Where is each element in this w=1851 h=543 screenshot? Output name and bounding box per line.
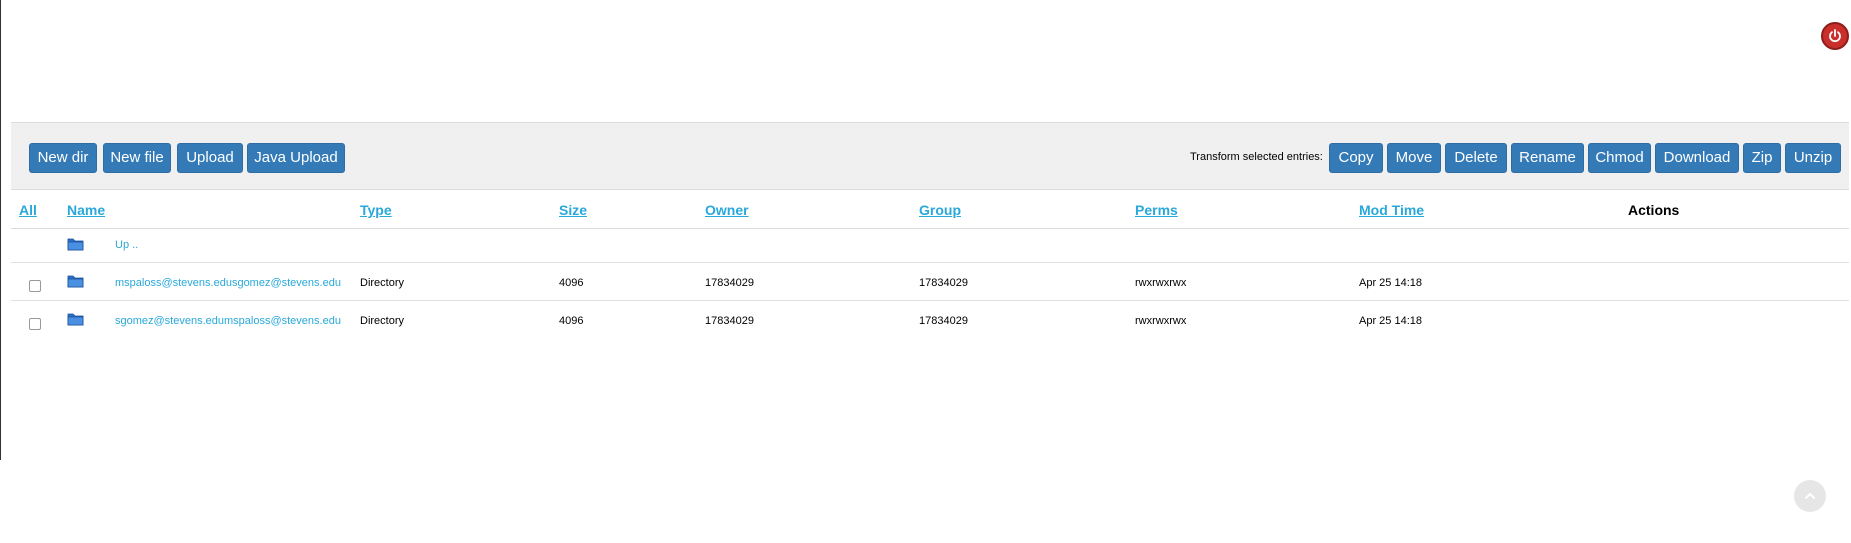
header-all[interactable]: All xyxy=(19,202,37,218)
header-mod-time[interactable]: Mod Time xyxy=(1359,202,1424,218)
row-type: Directory xyxy=(360,315,405,327)
table-header: All Name Type Size Owner Group Perms Mod… xyxy=(11,190,1849,229)
row-checkbox[interactable] xyxy=(29,318,41,330)
power-icon xyxy=(1829,29,1841,43)
file-manager-page: New dir New file Upload Java Upload Tran… xyxy=(0,0,1851,543)
header-actions: Actions xyxy=(1628,202,1680,218)
copy-button[interactable]: Copy xyxy=(1329,143,1383,173)
folder-icon xyxy=(67,313,84,326)
download-button[interactable]: Download xyxy=(1655,143,1739,173)
header-group[interactable]: Group xyxy=(919,202,961,218)
new-dir-button[interactable]: New dir xyxy=(29,143,97,173)
java-upload-button[interactable]: Java Upload xyxy=(247,143,345,173)
up-link[interactable]: Up .. xyxy=(115,239,138,251)
row-perms: rwxrwxrwx xyxy=(1135,277,1187,289)
header-owner[interactable]: Owner xyxy=(705,202,749,218)
row-owner: 17834029 xyxy=(705,315,754,327)
new-file-button[interactable]: New file xyxy=(103,143,171,173)
left-border xyxy=(0,0,1,460)
unzip-button[interactable]: Unzip xyxy=(1785,143,1841,173)
zip-button[interactable]: Zip xyxy=(1743,143,1781,173)
row-perms: rwxrwxrwx xyxy=(1135,315,1187,327)
file-table: All Name Type Size Owner Group Perms Mod… xyxy=(11,190,1849,338)
header-name[interactable]: Name xyxy=(67,202,105,218)
row-size: 4096 xyxy=(559,277,584,289)
row-mod-time: Apr 25 14:18 xyxy=(1359,277,1422,289)
toolbar: New dir New file Upload Java Upload Tran… xyxy=(11,122,1849,190)
table-row: sgomez@stevens.edumspaloss@stevens.edu D… xyxy=(11,301,1849,338)
row-name-link[interactable]: sgomez@stevens.edumspaloss@stevens.edu xyxy=(115,315,341,327)
transform-label: Transform selected entries: xyxy=(1190,151,1323,163)
header-perms[interactable]: Perms xyxy=(1135,202,1178,218)
delete-button[interactable]: Delete xyxy=(1445,143,1507,173)
row-checkbox[interactable] xyxy=(29,280,41,292)
up-row[interactable]: Up .. xyxy=(11,229,1849,263)
move-button[interactable]: Move xyxy=(1387,143,1441,173)
row-group: 17834029 xyxy=(919,315,968,327)
row-size: 4096 xyxy=(559,315,584,327)
folder-icon xyxy=(67,238,84,251)
row-name-link[interactable]: mspaloss@stevens.edusgomez@stevens.edu xyxy=(115,277,341,289)
row-mod-time: Apr 25 14:18 xyxy=(1359,315,1422,327)
row-owner: 17834029 xyxy=(705,277,754,289)
scroll-top-icon xyxy=(1805,492,1815,499)
chmod-button[interactable]: Chmod xyxy=(1588,143,1651,173)
rename-button[interactable]: Rename xyxy=(1511,143,1584,173)
scroll-top-button[interactable] xyxy=(1794,480,1826,512)
table-row: mspaloss@stevens.edusgomez@stevens.edu D… xyxy=(11,263,1849,301)
logout-button[interactable] xyxy=(1821,22,1849,50)
header-type[interactable]: Type xyxy=(360,202,392,218)
row-type: Directory xyxy=(360,277,405,289)
folder-icon xyxy=(67,275,84,288)
header-size[interactable]: Size xyxy=(559,202,587,218)
row-group: 17834029 xyxy=(919,277,968,289)
upload-button[interactable]: Upload xyxy=(177,143,243,173)
